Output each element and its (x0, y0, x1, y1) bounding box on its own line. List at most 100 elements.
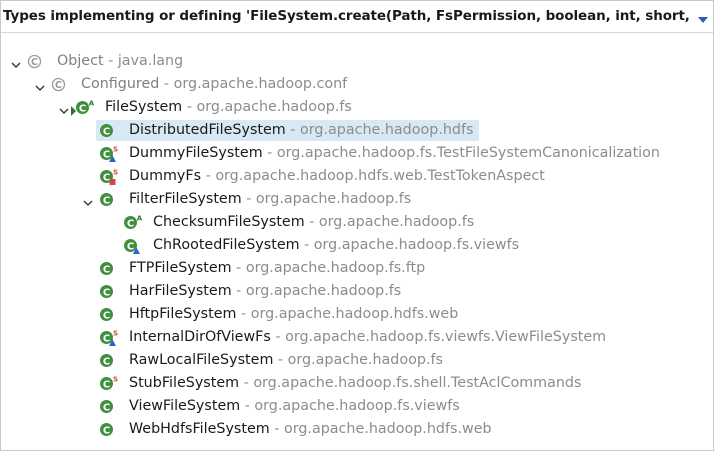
svg-text:C: C (79, 103, 86, 114)
svg-text:C: C (127, 241, 134, 252)
type-name: StubFileSystem (129, 375, 240, 391)
tree-row[interactable]: C DistributedFileSystem - org.apache.hado… (1, 119, 713, 142)
name-separator: - (270, 329, 286, 345)
type-name: ChecksumFileSystem (153, 214, 305, 230)
tree-row[interactable]: C Configured - org.apache.hadoop.conf (1, 73, 713, 96)
tree-item-label: Configured - org.apache.hadoop.conf (81, 73, 347, 96)
tree-row[interactable]: C A ChecksumFileSystem - org.apache.hadoop… (1, 211, 713, 234)
tree-item-label: InternalDirOfViewFs - org.apache.hadoop.… (129, 326, 606, 349)
name-separator: - (304, 214, 319, 230)
svg-text:C: C (103, 172, 110, 183)
package-name: org.apache.hadoop.hdfs.web (283, 421, 492, 437)
class-icon: C (99, 306, 119, 323)
tree-row[interactable]: C RawLocalFileSystem - org.apache.hadoop.… (1, 349, 713, 372)
static-nested-class-icon: CS (99, 145, 119, 162)
tree-item-label: ChRootedFileSystem - org.apache.hadoop.f… (153, 234, 519, 257)
abstract-class-icon: CA (123, 214, 143, 231)
type-hierarchy-tree: C Object - java.lang C Configured - org.apa… (1, 50, 713, 441)
chevron-down-icon[interactable] (58, 102, 70, 115)
tree-row[interactable]: C FTPFileSystem - org.apache.hadoop.fs.ft… (1, 257, 713, 280)
package-name: org.apache.hadoop.hdfs (300, 122, 474, 138)
tree-row[interactable]: C S InternalDirOfViewFs - org.apache.hadoo… (1, 326, 713, 349)
tree-item-label: RawLocalFileSystem - org.apache.hadoop.f… (129, 349, 443, 372)
chevron-down-icon[interactable] (696, 11, 710, 23)
tree-row[interactable]: C FilterFileSystem - org.apache.hadoop.fs (1, 188, 713, 211)
package-name: org.apache.hadoop.fs (287, 352, 443, 368)
tree-row[interactable]: C S DummyFileSystem - org.apache.hadoop.fs… (1, 142, 713, 165)
tree-row[interactable]: C S StubFileSystem - org.apache.hadoop.fs.… (1, 372, 713, 395)
svg-text:C: C (103, 425, 110, 436)
class-icon: C (99, 122, 119, 139)
type-name: ViewFileSystem (129, 398, 241, 414)
svg-text:C: C (103, 126, 110, 137)
type-name: FilterFileSystem (129, 191, 242, 207)
package-class-icon: C (123, 237, 143, 254)
hierarchy-title: Types implementing or defining 'FileSyst… (3, 8, 689, 24)
tree-row[interactable]: C Object - java.lang (1, 50, 713, 73)
name-separator: - (262, 145, 277, 161)
chevron-down-icon[interactable] (10, 56, 22, 69)
package-name: org.apache.hadoop.fs.viewfs (313, 237, 520, 253)
svg-text:C: C (103, 195, 110, 206)
tree-item-label: FileSystem - org.apache.hadoop.fs (105, 96, 352, 119)
type-name: HftpFileSystem (129, 306, 237, 322)
name-separator: - (236, 306, 251, 322)
type-name: Configured (81, 76, 160, 92)
type-name: Object (57, 53, 104, 69)
name-separator: - (273, 352, 288, 368)
tree-row[interactable]: C HftpFileSystem - org.apache.hadoop.hdfs… (1, 303, 713, 326)
name-separator: - (240, 398, 255, 414)
package-name: org.apache.hadoop.fs.shell.TestAclComman… (253, 375, 582, 391)
class-icon: C (99, 191, 119, 208)
static-nested-class-icon: CS (99, 329, 119, 346)
package-name: org.apache.hadoop.fs.viewfs (254, 398, 460, 414)
tree-row[interactable]: C ChRootedFileSystem - org.apache.hadoop.… (1, 234, 713, 257)
svg-text:A: A (89, 100, 95, 108)
svg-text:A: A (137, 215, 143, 223)
type-name: RawLocalFileSystem (129, 352, 274, 368)
package-name: org.apache.hadoop.fs (245, 283, 402, 299)
tree-row[interactable]: C ViewFileSystem - org.apache.hadoop.fs.v… (1, 395, 713, 418)
package-name: org.apache.hadoop.fs (196, 99, 352, 115)
class-icon-dim: C (51, 76, 71, 93)
tree-item-label: FilterFileSystem - org.apache.hadoop.fs (129, 188, 411, 211)
tree-item-label: DummyFs - org.apache.hadoop.hdfs.web.Tes… (129, 165, 545, 188)
svg-text:S: S (113, 376, 118, 384)
tree-item-label: DistributedFileSystem - org.apache.hadoo… (129, 119, 473, 142)
name-separator: - (299, 237, 314, 253)
svg-text:C: C (103, 379, 110, 390)
package-name: org.apache.hadoop.fs.viewfs.ViewFileSyst… (285, 329, 607, 345)
svg-text:C: C (103, 333, 110, 344)
type-name: InternalDirOfViewFs (129, 329, 271, 345)
class-icon: C (99, 398, 119, 415)
tree-row[interactable]: C WebHdfsFileSystem - org.apache.hadoop.h… (1, 418, 713, 441)
type-name: WebHdfsFileSystem (129, 421, 270, 437)
chevron-down-icon[interactable] (34, 79, 46, 92)
svg-text:C: C (103, 264, 110, 275)
name-separator: - (239, 375, 254, 391)
name-separator: - (285, 122, 300, 138)
tree-row[interactable]: C A FileSystem - org.apache.hadoop.fs (1, 96, 713, 119)
tree-item-label: ChecksumFileSystem - org.apache.hadoop.f… (153, 211, 474, 234)
name-separator: - (201, 168, 216, 184)
package-name: org.apache.hadoop.fs (318, 214, 475, 230)
tree-row[interactable]: C HarFileSystem - org.apache.hadoop.fs (1, 280, 713, 303)
package-name: org.apache.hadoop.fs (255, 191, 412, 207)
svg-text:C: C (55, 80, 62, 91)
svg-text:S: S (113, 169, 118, 177)
name-separator: - (103, 53, 118, 69)
chevron-down-icon[interactable] (82, 194, 94, 207)
class-icon-dim: C (27, 53, 47, 70)
class-icon: C (99, 352, 119, 369)
tree-item-label: HftpFileSystem - org.apache.hadoop.hdfs.… (129, 303, 458, 326)
class-icon: C (99, 260, 119, 277)
type-name: HarFileSystem (129, 283, 232, 299)
svg-text:C: C (31, 57, 38, 68)
type-name: DistributedFileSystem (129, 122, 286, 138)
focus-marker-icon (71, 102, 77, 116)
type-hierarchy-panel: Types implementing or defining 'FileSyst… (0, 0, 714, 451)
name-separator: - (269, 421, 284, 437)
tree-item-label: DummyFileSystem - org.apache.hadoop.fs.T… (129, 142, 660, 165)
name-separator: - (231, 283, 246, 299)
tree-row[interactable]: C S DummyFs - org.apache.hadoop.hdfs.web.T… (1, 165, 713, 188)
